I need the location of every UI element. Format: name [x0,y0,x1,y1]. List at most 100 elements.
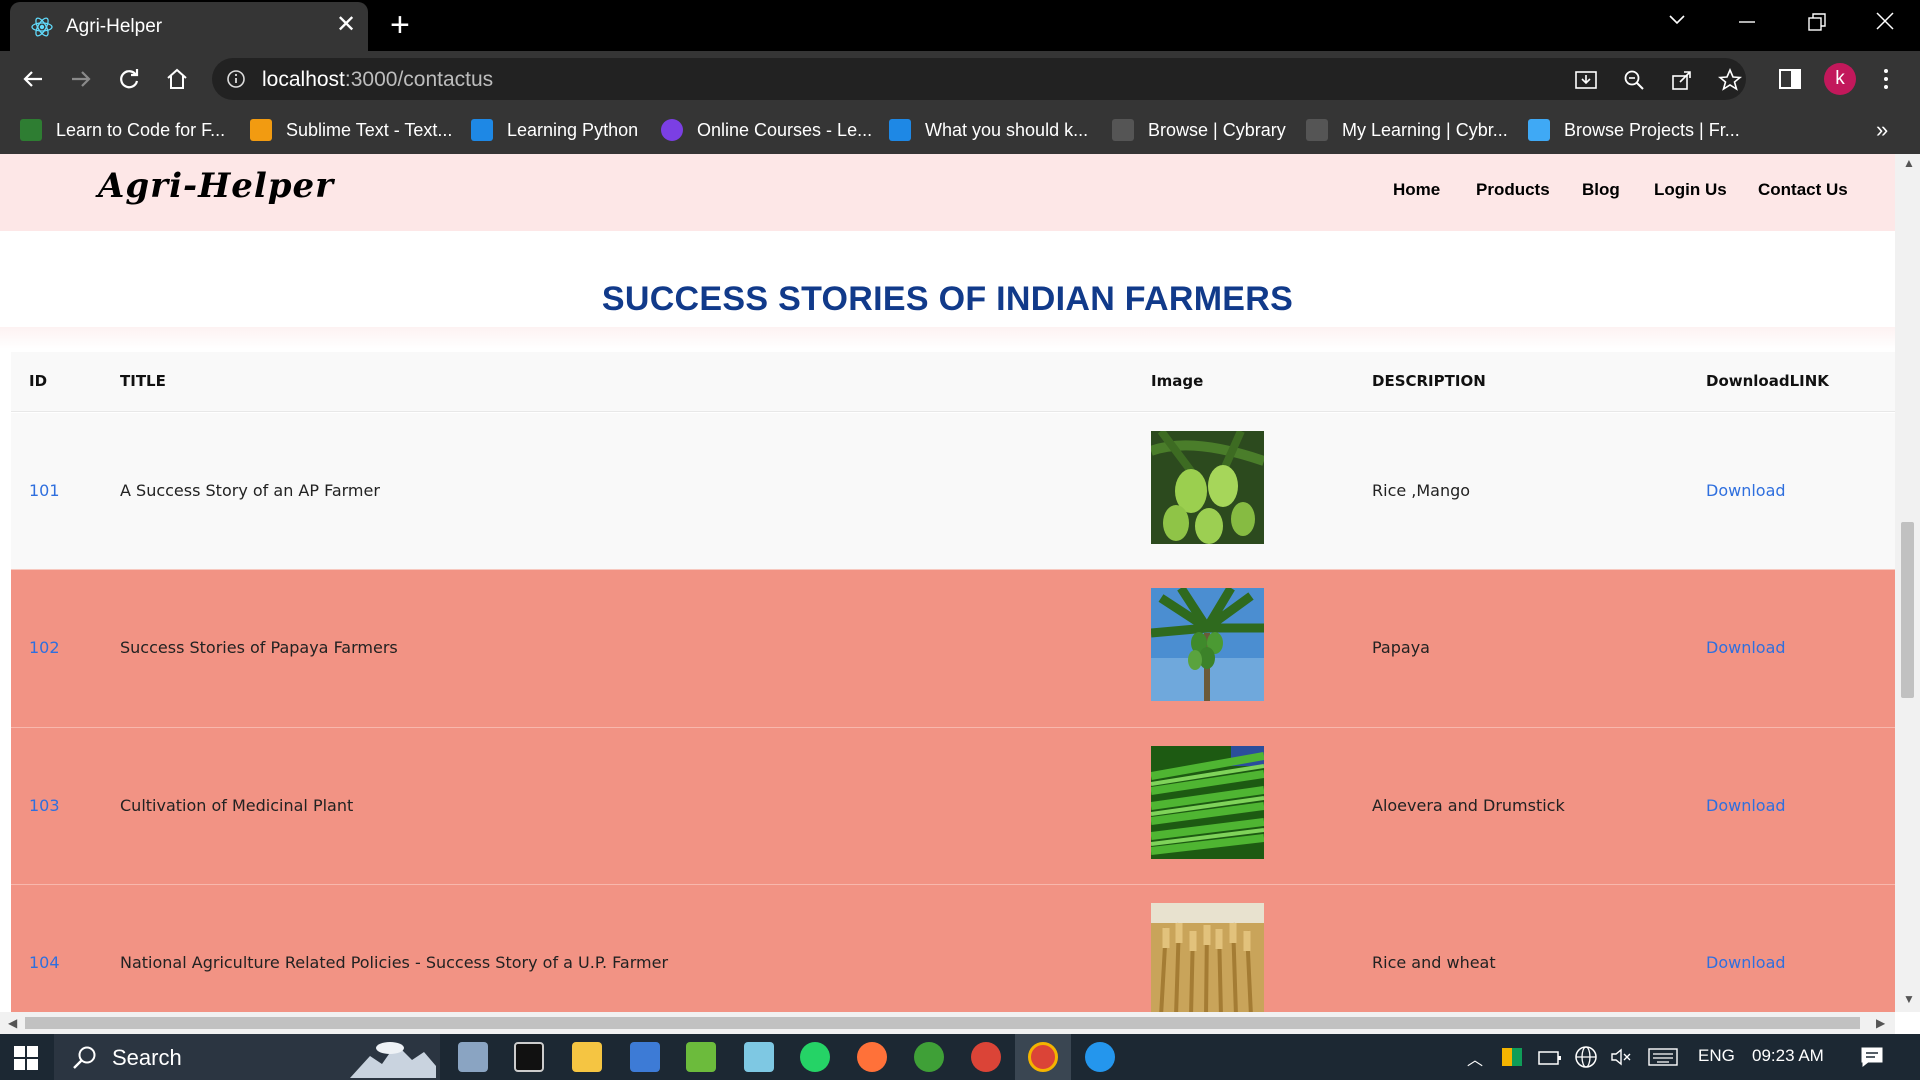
address-bar[interactable]: localhost:3000/contactus [212,58,1746,100]
bookmark-item[interactable]: Sublime Text - Text... [250,116,452,144]
back-arrow-icon[interactable] [18,64,48,94]
task-view-icon[interactable] [458,1042,488,1072]
download-link[interactable]: Download [1706,638,1786,657]
docker-icon[interactable] [1085,1042,1115,1072]
zoom-icon[interactable] [1622,68,1646,92]
minimize-icon[interactable] [1738,20,1756,24]
notepad-icon[interactable] [686,1042,716,1072]
scroll-right-icon[interactable]: ▶ [1876,1016,1885,1030]
scroll-down-icon[interactable]: ▼ [1903,992,1915,1006]
bookmark-item[interactable]: Learn to Code for F... [20,116,225,144]
notification-icon[interactable] [1860,1046,1884,1068]
tab-strip: Agri-Helper ✕ + [0,0,1920,51]
tab-title: Agri-Helper [66,16,163,37]
browser-tab[interactable]: Agri-Helper ✕ [10,2,368,51]
taskbar-search[interactable]: Search [54,1034,440,1080]
col-id-header: ID [29,372,48,390]
row-title: Success Stories of Papaya Farmers [120,638,398,657]
row-description: Rice and wheat [1372,953,1496,972]
table-header: ID TITLE Image DESCRIPTION DownloadLINK [11,352,1895,412]
nav-blog[interactable]: Blog [1582,180,1620,200]
terminal-icon[interactable] [514,1042,544,1072]
bookmark-item[interactable]: Browse | Cybrary [1112,116,1286,144]
site-header: Agri-Helper Home Products Blog Login Us … [0,154,1895,231]
file-explorer-icon[interactable] [572,1042,602,1072]
volume-muted-icon[interactable] [1610,1047,1632,1067]
nav-home[interactable]: Home [1393,180,1440,200]
bookmark-icon [471,119,493,141]
nav-products[interactable]: Products [1476,180,1550,200]
vscode-icon[interactable] [630,1042,660,1072]
bookmark-icon [889,119,911,141]
tray-chevron-icon[interactable]: ︿ [1467,1046,1483,1070]
scroll-thumb[interactable] [1901,522,1914,698]
col-image-header: Image [1151,372,1204,390]
site-info-icon[interactable] [226,69,246,89]
close-tab-icon[interactable]: ✕ [336,13,356,37]
app-icon[interactable] [914,1042,944,1072]
editor-icon[interactable] [744,1042,774,1072]
download-link[interactable]: Download [1706,481,1786,500]
mango-icon [1151,431,1264,544]
close-window-icon[interactable] [1876,12,1894,30]
search-label: Search [112,1045,182,1070]
bookmark-icon [1112,119,1134,141]
reload-icon[interactable] [114,64,144,94]
side-panel-icon[interactable] [1776,65,1804,93]
whatsapp-icon[interactable] [800,1042,830,1072]
bookmark-icon [661,119,683,141]
vertical-scrollbar[interactable]: ▲ ▼ [1895,154,1920,1012]
horizontal-scrollbar[interactable]: ◀ ▶ [0,1012,1895,1034]
bookmark-item[interactable]: Learning Python [471,116,638,144]
row-description: Rice ,Mango [1372,481,1471,500]
battery-icon[interactable] [1538,1048,1562,1066]
new-tab-button[interactable]: + [390,8,410,42]
row-title: Cultivation of Medicinal Plant [120,796,354,815]
row-title: A Success Story of an AP Farmer [120,481,380,500]
profile-avatar[interactable]: k [1824,63,1856,95]
download-link[interactable]: Download [1706,953,1786,972]
search-icon [73,1046,96,1069]
keyboard-icon[interactable] [1648,1048,1678,1066]
more-bookmarks-button[interactable]: » [1876,116,1888,144]
tab-search-icon[interactable] [1668,14,1686,26]
url-text: localhost:3000/contactus [262,68,494,91]
row-id[interactable]: 103 [29,796,60,815]
table-row: 101 A Success Story of an AP Farmer Rice… [11,413,1895,570]
chrome-active-icon[interactable] [1028,1042,1058,1072]
nav-login[interactable]: Login Us [1654,180,1727,200]
restore-icon[interactable] [1808,13,1826,31]
more-menu-icon[interactable] [1872,65,1900,93]
firefox-icon[interactable] [857,1042,887,1072]
tray-app-icon[interactable] [1502,1048,1522,1066]
col-title-header: TITLE [120,372,166,390]
site-logo[interactable]: Agri-Helper [98,166,334,206]
network-globe-icon[interactable] [1574,1045,1598,1069]
windows-start-icon[interactable] [14,1046,38,1070]
bookmark-item[interactable]: What you should k... [889,116,1088,144]
bookmark-icon [1528,119,1550,141]
nav-contact[interactable]: Contact Us [1758,180,1848,200]
bookmark-item[interactable]: Browse Projects | Fr... [1528,116,1740,144]
row-id[interactable]: 102 [29,638,60,657]
bookmark-icon [250,119,272,141]
windows-taskbar: Search ︿ ENG 09:23 AM [0,1034,1920,1080]
bookmark-star-icon[interactable] [1718,68,1742,92]
clock[interactable]: 09:23 AM [1752,1046,1824,1066]
forward-arrow-icon[interactable] [66,64,96,94]
share-icon[interactable] [1670,68,1694,92]
home-icon[interactable] [162,64,192,94]
install-app-icon[interactable] [1574,68,1598,92]
language-indicator[interactable]: ENG [1698,1046,1735,1066]
row-id[interactable]: 101 [29,481,60,500]
papaya-icon [1151,588,1264,701]
wheat-icon [1151,903,1264,1016]
scroll-thumb[interactable] [25,1017,1860,1029]
scroll-up-icon[interactable]: ▲ [1903,156,1915,170]
bookmark-item[interactable]: My Learning | Cybr... [1306,116,1508,144]
row-id[interactable]: 104 [29,953,60,972]
bookmark-item[interactable]: Online Courses - Le... [661,116,872,144]
download-link[interactable]: Download [1706,796,1786,815]
scroll-left-icon[interactable]: ◀ [8,1016,17,1030]
chrome-icon[interactable] [971,1042,1001,1072]
